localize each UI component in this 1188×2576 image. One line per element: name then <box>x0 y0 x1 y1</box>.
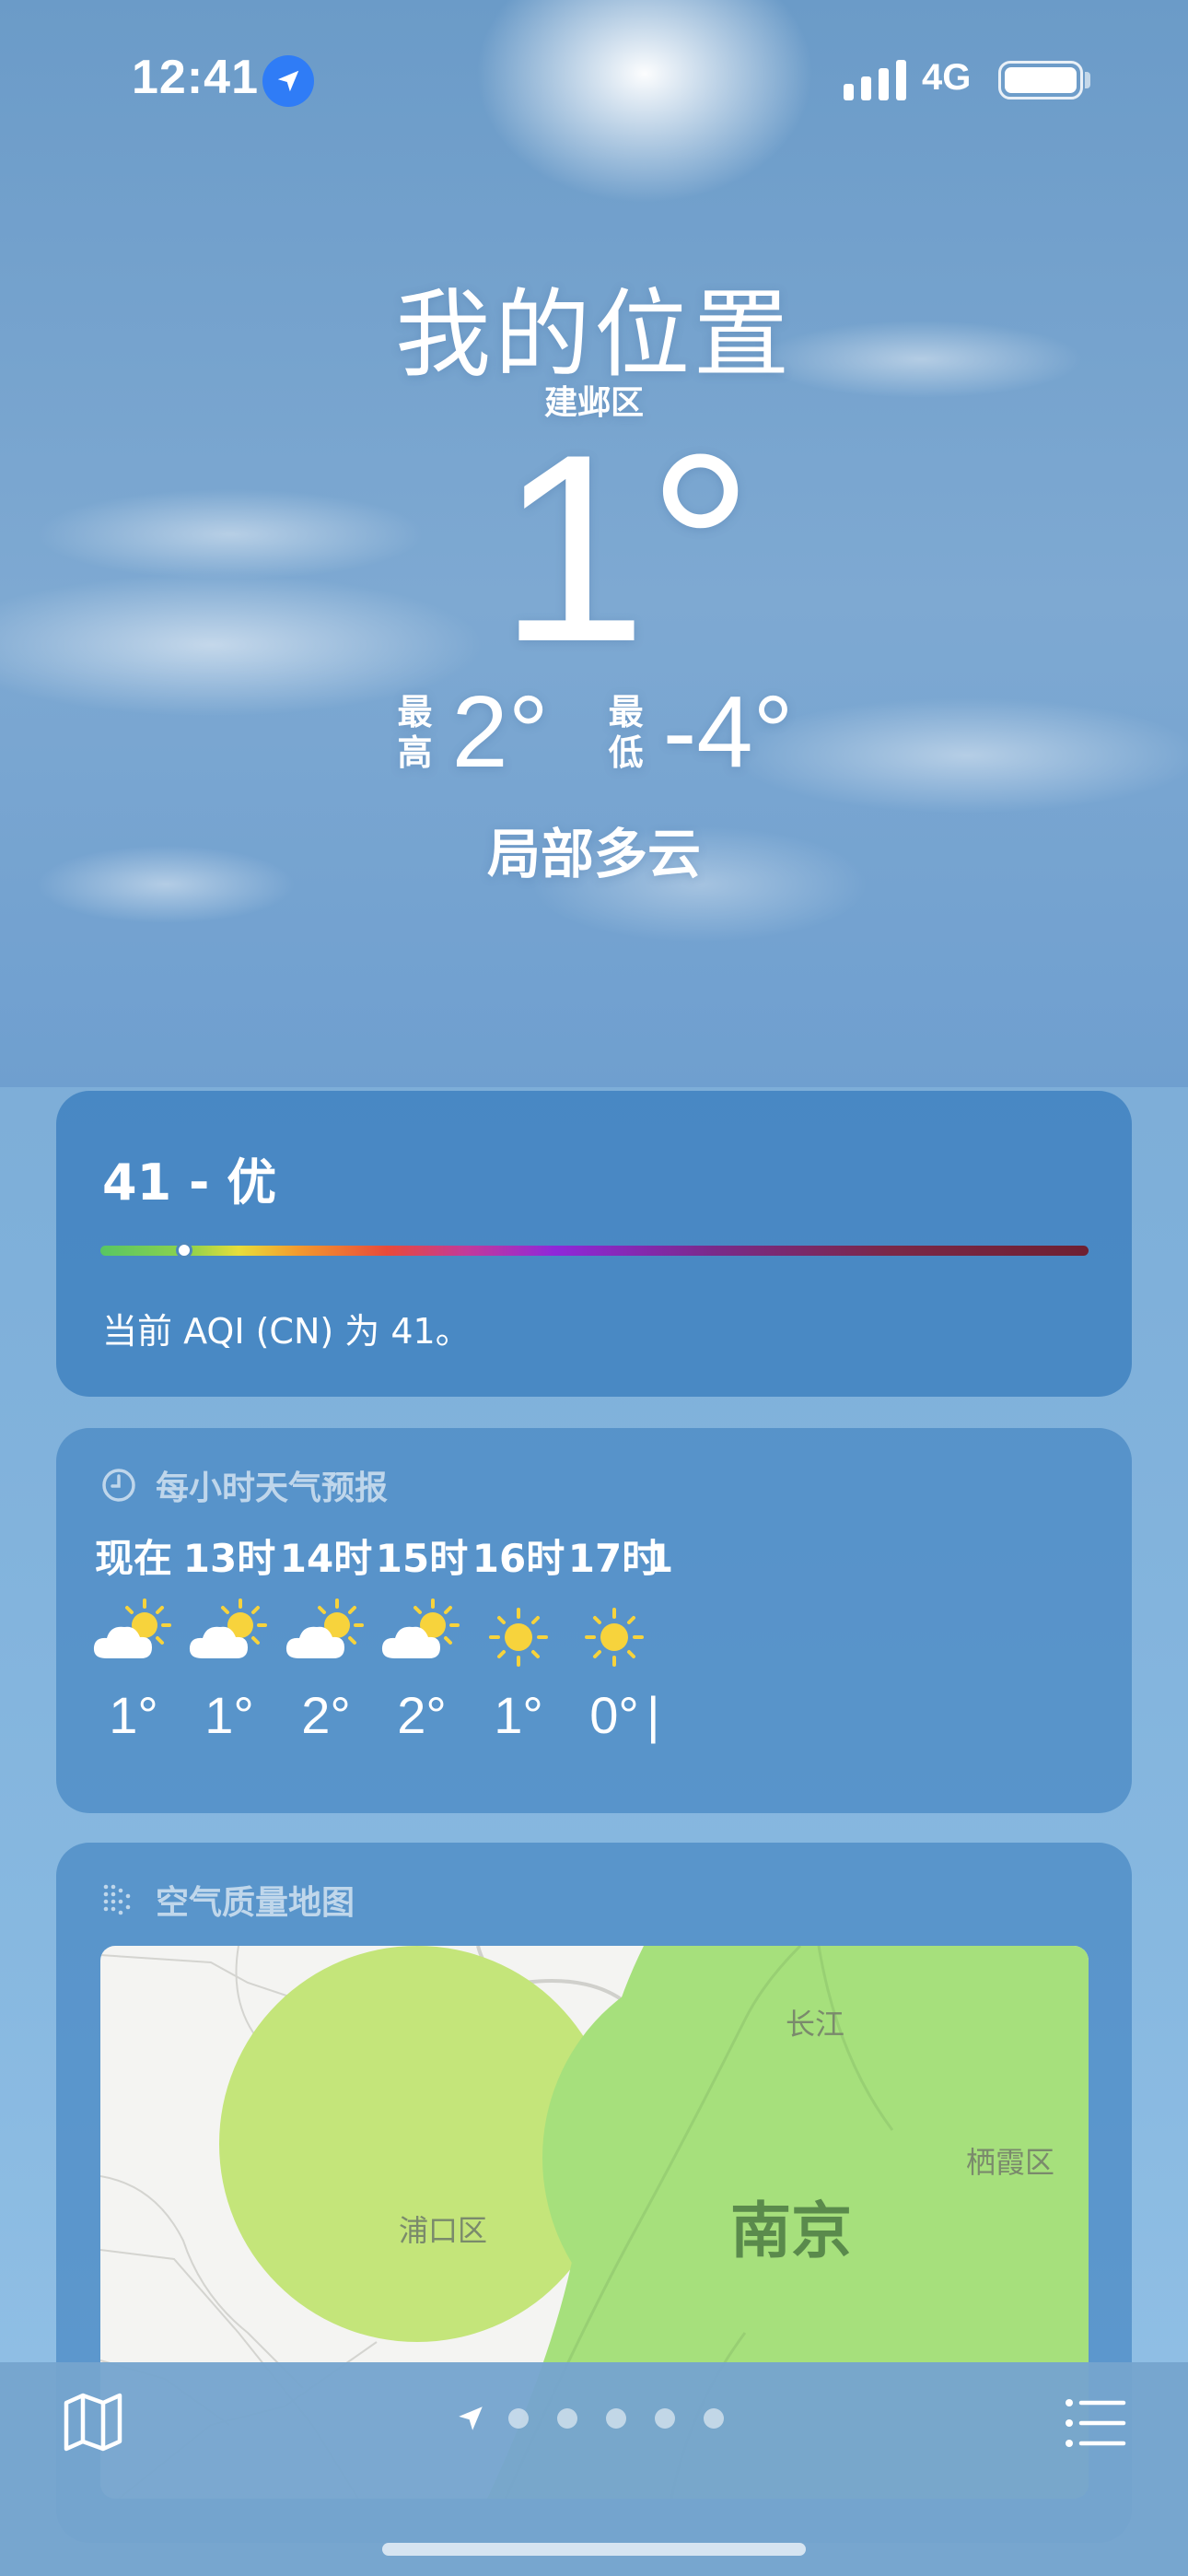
hourly-forecast-card[interactable]: 每小时天气预报 现在 1° 13时 1° 14时 2° 15时 2° 16时 1… <box>56 1428 1132 1813</box>
network-type: 4G <box>922 57 972 98</box>
page-dot[interactable] <box>508 2408 529 2429</box>
page-dot[interactable] <box>606 2408 626 2429</box>
aqi-description: 当前 AQI (CN) 为 41。 <box>102 1311 471 1352</box>
weather-condition: 局部多云 <box>486 823 701 885</box>
hour-temperature: | <box>646 1686 660 1744</box>
status-time: 12:41 <box>132 51 259 104</box>
map-label-district-west: 浦口区 <box>399 2213 488 2248</box>
battery-cap <box>1085 72 1090 88</box>
aqi-card[interactable]: 41 - 优 当前 AQI (CN) 为 41。 <box>56 1091 1132 1397</box>
high-low-row: 最 高 2° 最 低 -4° <box>0 682 1188 783</box>
battery-icon <box>998 61 1083 100</box>
hour-item: 1 | <box>646 1531 683 1743</box>
location-services-icon <box>262 55 314 107</box>
map-label-river: 长江 <box>786 2007 845 2042</box>
aqi-value: 41 - 优 <box>102 1153 277 1212</box>
clock-icon <box>102 1469 135 1502</box>
current-temperature: 1° <box>498 399 754 697</box>
page-indicator[interactable] <box>455 2403 752 2434</box>
map-label-district-east: 栖霞区 <box>966 2145 1055 2180</box>
page-dot[interactable] <box>704 2408 724 2429</box>
page-dot[interactable] <box>557 2408 577 2429</box>
hour-icon-placeholder <box>646 1587 683 1688</box>
low-temperature: -4° <box>662 675 794 789</box>
hourly-forecast-header: 每小时天气预报 <box>100 1461 388 1509</box>
aqi-scale-bar <box>100 1246 1089 1256</box>
location-title: 我的位置 <box>394 278 793 391</box>
air-quality-dots-icon <box>103 1884 131 1915</box>
high-label: 最 高 <box>397 692 433 773</box>
hour-label: 1 <box>646 1536 674 1581</box>
high-temperature: 2° <box>451 675 549 789</box>
current-location-page-icon[interactable] <box>455 2403 486 2434</box>
map-icon[interactable] <box>61 2390 125 2454</box>
air-quality-map-header: 空气质量地图 <box>100 1876 355 1924</box>
home-indicator[interactable] <box>382 2543 806 2556</box>
list-icon[interactable] <box>1065 2395 1127 2451</box>
hourly-forecast-title: 每小时天气预报 <box>156 1469 389 1507</box>
aqi-scale-marker <box>176 1242 193 1259</box>
status-bar: 12:41 4G <box>0 0 1188 157</box>
cellular-signal-icon <box>844 60 906 100</box>
map-label-city: 南京 <box>730 2195 852 2266</box>
page-dot[interactable] <box>655 2408 675 2429</box>
hourly-forecast-scroll[interactable]: 现在 1° 13时 1° 14时 2° 15时 2° 16时 1° 17时 0°… <box>56 1531 1132 1798</box>
air-quality-map-title: 空气质量地图 <box>156 1884 355 1922</box>
low-label: 最 低 <box>608 692 644 773</box>
